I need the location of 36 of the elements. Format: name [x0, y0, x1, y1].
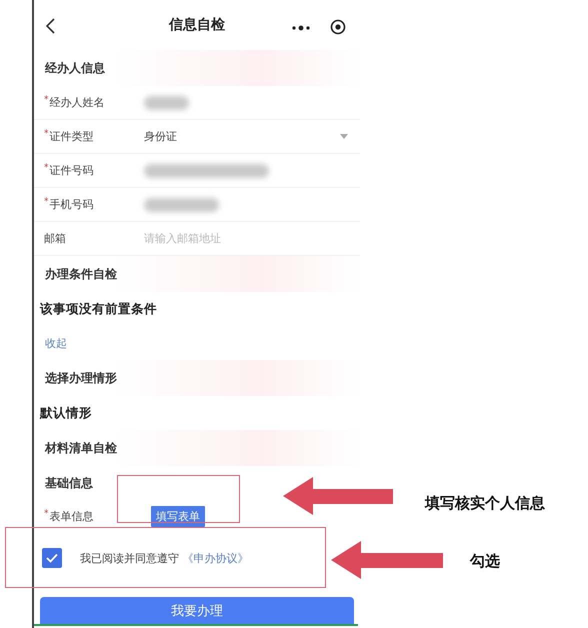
field-label: 手机号码: [50, 197, 94, 212]
annotation-text: 填写核实个人信息: [425, 494, 545, 513]
required-mark: *: [44, 508, 48, 520]
field-label: 表单信息: [50, 508, 94, 524]
email-field[interactable]: 请输入邮箱地址: [144, 232, 294, 245]
agreement-text: 我已阅读并同意遵守 《申办协议》: [80, 550, 248, 566]
field-label: 经办人姓名: [50, 95, 104, 110]
page-title: 信息自检: [169, 16, 225, 34]
submit-button[interactable]: 我要办理: [40, 597, 354, 624]
required-mark: *: [44, 129, 48, 141]
more-icon[interactable]: [292, 25, 310, 31]
section-heading: 选择办理情形: [45, 370, 117, 386]
agreement-link[interactable]: 《申办协议》: [182, 552, 248, 564]
field-label: 证件号码: [50, 163, 94, 178]
collapse-link[interactable]: 收起: [45, 336, 67, 350]
blurred-value: [144, 96, 189, 110]
field-label: 证件类型: [50, 129, 94, 144]
section-heading: 材料清单自检: [45, 440, 117, 456]
select-value[interactable]: 身份证: [144, 129, 177, 144]
arrow-icon: [283, 477, 393, 515]
target-icon[interactable]: [330, 19, 346, 35]
info-text: 默认情形: [40, 404, 92, 422]
required-mark: *: [44, 95, 48, 107]
info-text: 该事项没有前置条件: [40, 300, 157, 318]
required-mark: *: [44, 197, 48, 209]
annotation-text: 勾选: [470, 552, 500, 571]
arrow-icon: [331, 541, 443, 579]
subsection-heading: 基础信息: [45, 474, 93, 492]
field-label: 邮箱: [44, 231, 66, 246]
back-icon[interactable]: [46, 18, 55, 34]
fill-form-button[interactable]: 填写表单: [151, 506, 205, 526]
required-mark: *: [44, 163, 48, 175]
section-heading: 办理条件自检: [45, 266, 117, 282]
check-icon: [46, 553, 58, 563]
section-heading: 经办人信息: [45, 60, 105, 76]
checkbox[interactable]: [42, 548, 62, 568]
